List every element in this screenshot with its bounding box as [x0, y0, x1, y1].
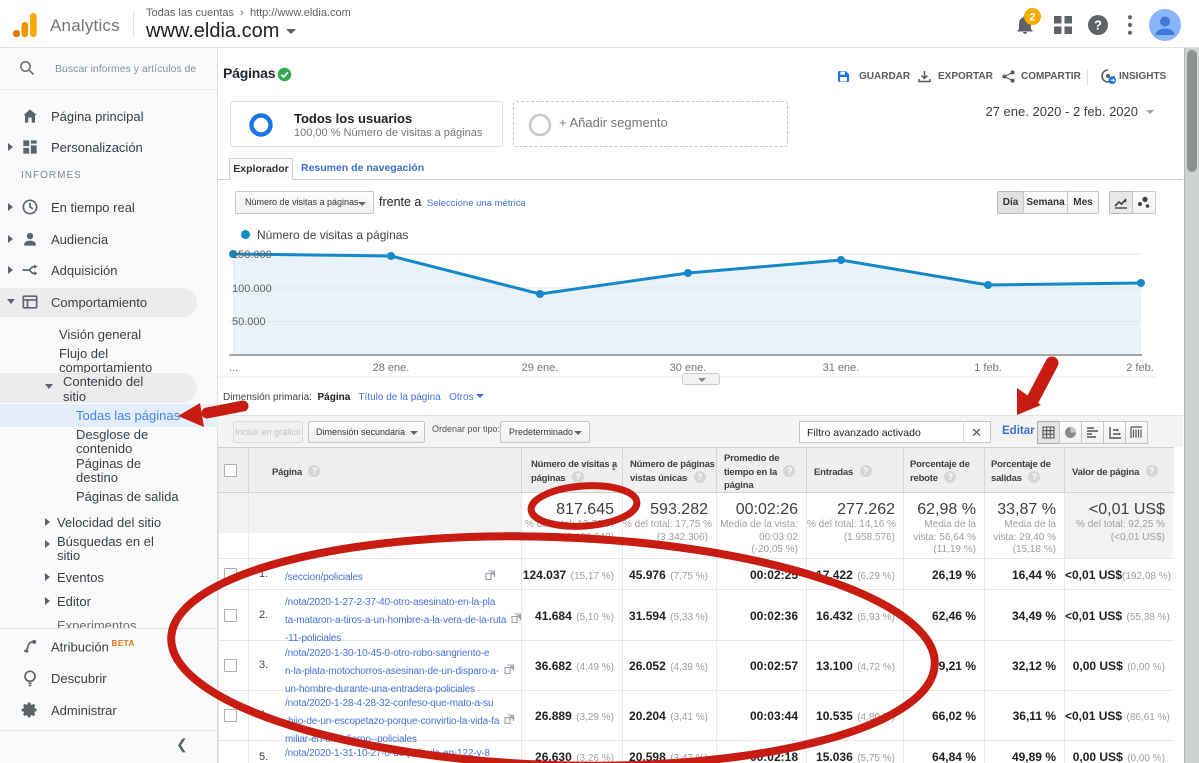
svg-text:2 feb.: 2 feb. [1126, 362, 1154, 374]
svg-text:31 ene.: 31 ene. [823, 362, 860, 374]
svg-text:150.000: 150.000 [232, 249, 272, 261]
svg-text:28 ene.: 28 ene. [373, 362, 410, 374]
svg-text:?: ? [1094, 18, 1102, 33]
svg-text:50.000: 50.000 [232, 316, 266, 328]
svg-text:1 feb.: 1 feb. [974, 362, 1002, 374]
svg-text:...: ... [229, 362, 238, 374]
svg-text:100.000: 100.000 [232, 283, 272, 295]
svg-text:2: 2 [1029, 12, 1035, 24]
svg-text:29 ene.: 29 ene. [522, 362, 559, 374]
